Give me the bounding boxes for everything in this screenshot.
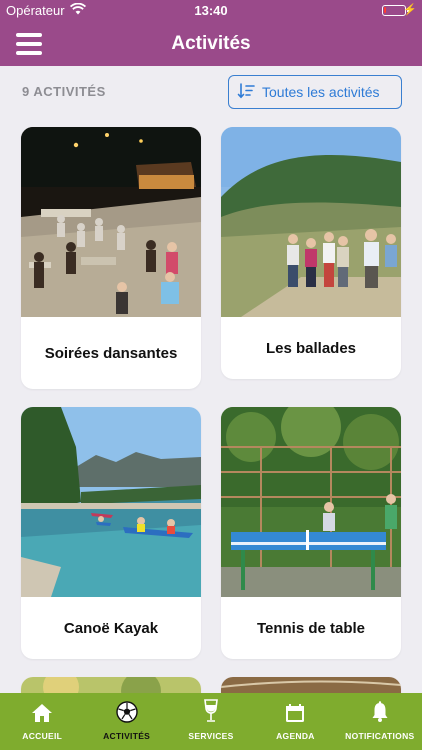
tab-notifications[interactable]: NOTIFICATIONS [338, 693, 422, 750]
calendar-icon [253, 693, 337, 723]
tab-label: SERVICES [188, 731, 234, 741]
activity-title: Tennis de table [256, 619, 366, 637]
activity-card-canoe[interactable]: Canoë Kayak [21, 407, 201, 659]
tab-services[interactable]: SERVICES [169, 693, 253, 750]
tab-label: ACCUEIL [22, 731, 63, 741]
navigation-bar: Activités [0, 22, 422, 66]
tab-bar: ACCUEIL ACTIVITÉS SERVICES AGENDA NOTIFI… [0, 693, 422, 750]
activity-photo-night-dance [21, 127, 201, 317]
activity-photo-ping-pong [221, 407, 401, 597]
tab-label: NOTIFICATIONS [345, 731, 415, 741]
page-title: Activités [171, 33, 251, 54]
clock: 13:40 [194, 3, 228, 18]
tab-accueil[interactable]: ACCUEIL [0, 693, 84, 750]
status-bar: Opérateur 13:40 ⚡ [0, 0, 422, 22]
charging-icon: ⚡ [403, 4, 417, 16]
tab-label: AGENDA [276, 731, 315, 741]
activity-card-ballades[interactable]: Les ballades [221, 127, 401, 379]
activity-photo-hiking [221, 127, 401, 317]
activity-photo-canoe [21, 407, 201, 597]
filter-label: Toutes les activités [262, 84, 380, 100]
activity-title: Les ballades [265, 339, 357, 357]
activity-title: Canoë Kayak [63, 619, 159, 637]
tab-activites[interactable]: ACTIVITÉS [84, 693, 168, 750]
bell-icon [338, 693, 422, 723]
activity-title: Soirées dansantes [44, 344, 178, 362]
activity-card-tennis[interactable]: Tennis de table [221, 407, 401, 659]
tab-agenda[interactable]: AGENDA [253, 693, 337, 750]
activity-card-soirees[interactable]: Soirées dansantes [21, 127, 201, 389]
wine-glass-icon [169, 693, 253, 723]
home-icon [0, 693, 84, 723]
sort-icon [237, 82, 262, 103]
activity-count: 9 ACTIVITÉS [22, 84, 106, 99]
tab-label: ACTIVITÉS [103, 731, 151, 741]
soccer-ball-icon [84, 693, 168, 723]
filter-activities-button[interactable]: Toutes les activités [228, 75, 402, 109]
